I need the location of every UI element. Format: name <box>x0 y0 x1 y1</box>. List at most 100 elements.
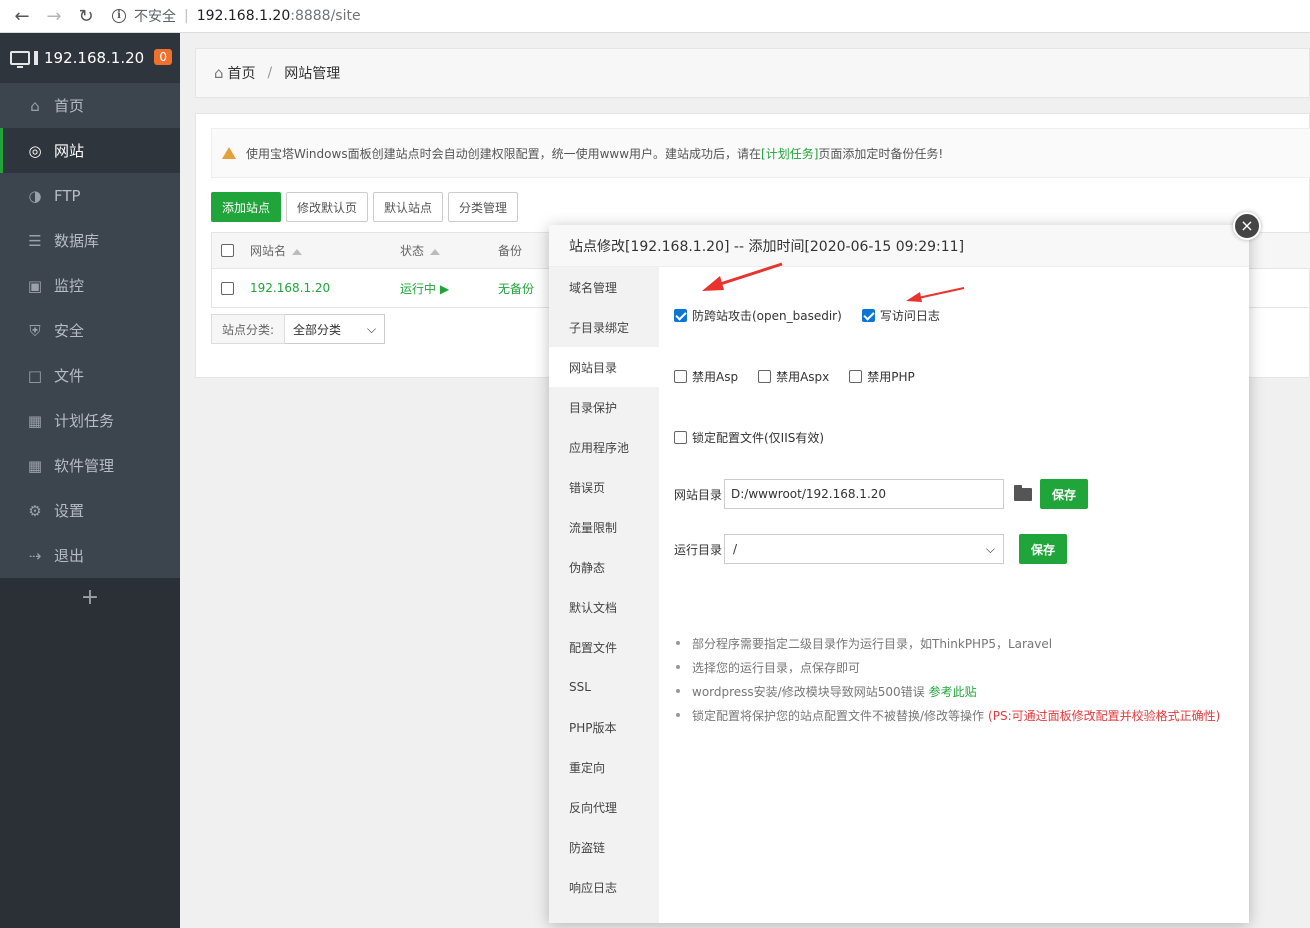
run-dir-save-button[interactable]: 保存 <box>1019 534 1068 564</box>
tip-text: wordpress安装/修改模块导致网站500错误 <box>692 684 925 699</box>
tab-redirect[interactable]: 重定向 <box>549 747 659 787</box>
tab-config-file[interactable]: 配置文件 <box>549 627 659 667</box>
add-plus-icon[interactable]: + <box>0 578 180 618</box>
sidebar-item-cron[interactable]: ▦ 计划任务 <box>0 398 180 443</box>
sidebar-menu: ⌂ 首页 ◎ 网站 ◑ FTP ☰ 数据库 ▣ 监控 ⛨ 安全 □ 文件 ▦ 计划任务 ▦ 软件管… <box>0 83 180 578</box>
sidebar-item-website[interactable]: ◎ 网站 <box>0 128 180 173</box>
category-select[interactable]: 全部分类 ⌵ <box>285 314 386 344</box>
access-log-option[interactable]: 写访问日志 <box>861 307 940 324</box>
info-icon[interactable]: i <box>112 9 126 23</box>
open-basedir-checkbox[interactable] <box>674 309 687 322</box>
disable-asp-checkbox[interactable] <box>674 370 687 383</box>
disable-php-checkbox[interactable] <box>849 370 863 383</box>
address-bar[interactable]: i 不安全 | 192.168.1.20:8888/site <box>112 6 361 26</box>
site-dir-row: 网站目录 D:/wwwroot/192.168.1.20 保存 <box>674 479 1089 509</box>
disable-php-option[interactable]: 禁用PHP <box>849 368 915 385</box>
browser-toolbar: ← → ↻ i 不安全 | 192.168.1.20:8888/site <box>0 0 1310 33</box>
site-dir-save-button[interactable]: 保存 <box>1040 479 1089 509</box>
category-manage-button[interactable]: 分类管理 <box>448 192 519 222</box>
tab-rewrite[interactable]: 伪静态 <box>549 547 659 587</box>
sidebar-item-logout[interactable]: ⇢ 退出 <box>0 533 180 578</box>
gear-icon: ⚙ <box>28 501 42 520</box>
sidebar-header: 192.168.1.20 0 <box>0 33 180 83</box>
open-basedir-option[interactable]: 防跨站攻击(open_basedir) <box>674 307 842 324</box>
warning-icon <box>222 147 236 159</box>
disable-asp-option[interactable]: 禁用Asp <box>674 368 738 385</box>
column-header-status[interactable]: 状态 <box>400 242 498 259</box>
list-item: 选择您的运行目录，点保存即可 <box>674 655 1244 679</box>
sidebar-item-label: 设置 <box>54 502 85 520</box>
reference-link[interactable]: 参考此贴 <box>929 683 977 700</box>
sidebar-item-ftp[interactable]: ◑ FTP <box>0 173 180 218</box>
calendar-icon: ▦ <box>27 411 43 430</box>
lock-config-option[interactable]: 锁定配置文件(仅IIS有效) <box>674 429 824 446</box>
chevron-down-icon: ⌵ <box>985 541 995 556</box>
forward-arrow-icon[interactable]: → <box>38 2 70 30</box>
database-icon: ☰ <box>28 231 42 250</box>
insecure-label: 不安全 <box>134 9 176 25</box>
run-dir-select[interactable]: / ⌵ <box>724 534 1004 564</box>
sidebar-item-label: FTP <box>54 186 81 205</box>
sidebar-item-label: 安全 <box>54 322 85 340</box>
breadcrumb-separator: / <box>267 65 273 81</box>
access-log-checkbox[interactable] <box>861 309 875 322</box>
tab-php-version[interactable]: PHP版本 <box>549 707 659 747</box>
sidebar-item-database[interactable]: ☰ 数据库 <box>0 218 180 263</box>
run-dir-value: / <box>733 542 738 556</box>
tab-ssl[interactable]: SSL <box>549 667 659 707</box>
select-all-checkbox[interactable] <box>221 244 234 257</box>
sidebar-item-security[interactable]: ⛨ 安全 <box>0 308 180 353</box>
column-header-status-label: 状态 <box>400 244 425 258</box>
reload-icon[interactable]: ↻ <box>70 2 102 30</box>
edit-default-page-button[interactable]: 修改默认页 <box>286 192 369 222</box>
tip-text: 锁定配置将保护您的站点配置文件不被替换/修改等操作 <box>692 708 985 723</box>
site-status[interactable]: 运行中 ▶ <box>400 280 498 297</box>
options-row-3: 锁定配置文件(仅IIS有效) <box>674 429 844 446</box>
add-site-button[interactable]: 添加站点 <box>211 192 282 222</box>
notice-text: 使用宝塔Windows面板创建站点时会自动创建权限配置，统一使用www用户。建站… <box>246 146 762 161</box>
sidebar-item-home[interactable]: ⌂ 首页 <box>0 83 180 128</box>
site-name-link[interactable]: 192.168.1.20 <box>250 281 400 295</box>
lock-config-checkbox[interactable] <box>674 431 687 444</box>
url-path: :8888/site <box>290 8 361 24</box>
category-filter: 站点分类: 全部分类 ⌵ <box>211 314 386 344</box>
sidebar-item-label: 文件 <box>54 367 85 385</box>
notice-cron-link[interactable]: [计划任务] <box>761 145 818 162</box>
tab-domain[interactable]: 域名管理 <box>549 267 659 307</box>
tab-site-directory[interactable]: 网站目录 <box>549 347 659 387</box>
disable-aspx-option[interactable]: 禁用Aspx <box>758 368 829 385</box>
site-edit-modal: 站点修改[192.168.1.20] -- 添加时间[2020-06-15 09… <box>549 225 1249 923</box>
back-arrow-icon[interactable]: ← <box>6 2 38 30</box>
tab-subdir-binding[interactable]: 子目录绑定 <box>549 307 659 347</box>
row-checkbox[interactable] <box>221 281 234 295</box>
sidebar-lower-area <box>0 578 180 928</box>
folder-open-icon[interactable] <box>1014 484 1032 501</box>
tab-traffic-limit[interactable]: 流量限制 <box>549 507 659 547</box>
default-site-button[interactable]: 默认站点 <box>373 192 444 222</box>
breadcrumb-home[interactable]: 首页 <box>228 63 256 83</box>
tip-text: 选择您的运行目录，点保存即可 <box>692 660 861 675</box>
sidebar-item-software[interactable]: ▦ 软件管理 <box>0 443 180 488</box>
notification-badge[interactable]: 0 <box>154 49 172 65</box>
tab-error-page[interactable]: 错误页 <box>549 467 659 507</box>
tab-app-pool[interactable]: 应用程序池 <box>549 427 659 467</box>
tab-response-log[interactable]: 响应日志 <box>549 867 659 907</box>
run-dir-row: 运行目录 / ⌵ 保存 <box>674 534 1068 564</box>
sidebar-item-monitor[interactable]: ▣ 监控 <box>0 263 180 308</box>
site-dir-input[interactable]: D:/wwwroot/192.168.1.20 <box>724 479 1004 509</box>
annotation-arrow-icon <box>702 262 783 291</box>
globe-icon: ◎ <box>28 141 42 160</box>
sidebar-item-files[interactable]: □ 文件 <box>0 353 180 398</box>
tab-dir-protection[interactable]: 目录保护 <box>549 387 659 427</box>
list-item: 部分程序需要指定二级目录作为运行目录，如ThinkPHP5，Laravel <box>674 631 1244 655</box>
disable-aspx-label: 禁用Aspx <box>776 370 830 384</box>
tab-reverse-proxy[interactable]: 反向代理 <box>549 787 659 827</box>
modal-close-button[interactable]: × <box>1233 212 1261 240</box>
disable-aspx-checkbox[interactable] <box>758 370 772 383</box>
monitor-icon: ▣ <box>27 276 43 295</box>
tip-warning-text: (PS:可通过面板修改配置并校验格式正确性) <box>988 708 1221 723</box>
tab-hotlink[interactable]: 防盗链 <box>549 827 659 867</box>
tab-default-doc[interactable]: 默认文档 <box>549 587 659 627</box>
sidebar-item-settings[interactable]: ⚙ 设置 <box>0 488 180 533</box>
column-header-name[interactable]: 网站名 <box>250 242 400 259</box>
